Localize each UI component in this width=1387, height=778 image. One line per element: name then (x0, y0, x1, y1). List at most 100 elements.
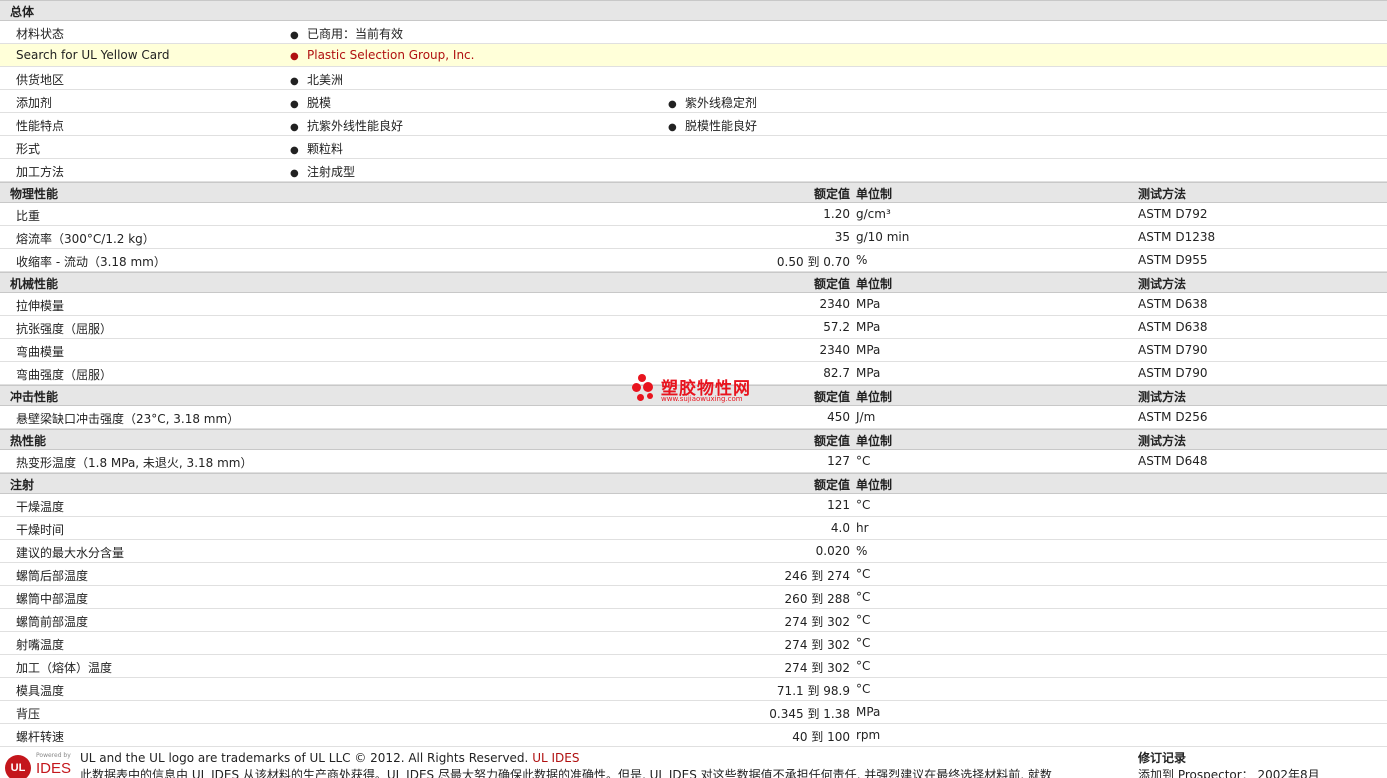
table-row: 螺筒前部温度 274 到 302 °C (0, 609, 1387, 632)
unit: MPa (856, 705, 881, 719)
column-header-unit: 单位制 (856, 478, 893, 492)
table-row: 射嘴温度 274 到 302 °C (0, 632, 1387, 655)
nominal-value: 450 (827, 410, 850, 424)
table-row: 拉伸模量 2340 MPa ASTM D638 (0, 293, 1387, 316)
unit: hr (856, 521, 869, 535)
test-method: ASTM D648 (1138, 454, 1208, 468)
section-title: 热性能 (10, 434, 47, 448)
test-method: ASTM D955 (1138, 253, 1208, 267)
nominal-value: 0.020 (815, 544, 850, 558)
bullet-icon: ● (290, 168, 299, 179)
table-row: 螺筒后部温度 246 到 274 °C (0, 563, 1387, 586)
property-label: 螺筒后部温度 (16, 569, 89, 583)
unit: °C (856, 454, 871, 468)
property-value-text: 抗紫外线性能良好 (307, 119, 404, 133)
nominal-value: 127 (827, 454, 850, 468)
property-label: 加工方法 (16, 165, 65, 179)
bullet-icon: ● (290, 76, 299, 87)
property-value-text: 北美洲 (307, 73, 344, 87)
test-method: ASTM D256 (1138, 410, 1208, 424)
logo-powered-by: Powered by (36, 752, 71, 759)
unit: MPa (856, 297, 881, 311)
table-row: 比重 1.20 g/cm³ ASTM D792 (0, 203, 1387, 226)
table-row: 建议的最大水分含量 0.020% (0, 540, 1387, 563)
nominal-value: 260 到 288 (784, 592, 850, 606)
property-label: 材料状态 (16, 27, 65, 41)
nominal-value: 0.50 到 0.70 (776, 255, 850, 269)
nominal-value: 121 (827, 498, 850, 512)
property-value-text: 紫外线稳定剂 (685, 96, 758, 110)
ul-ides-logo: UL Powered by IDES (5, 752, 75, 778)
property-value: ● 脱模 (290, 94, 331, 111)
nominal-value: 1.20 (823, 207, 850, 221)
table-row: 干燥温度 121 °C (0, 494, 1387, 517)
table-row[interactable]: Search for UL Yellow Card ● Plastic Select… (0, 44, 1387, 67)
property-label: 熔流率（300°C/1.2 kg） (16, 232, 155, 246)
table-row: 弯曲模量 2340 MPa ASTM D790 (0, 339, 1387, 362)
table-row: 背压 0.345 到 1.38 MPa (0, 701, 1387, 724)
property-value-text: 注射成型 (307, 165, 356, 179)
property-label: 射嘴温度 (16, 638, 65, 652)
property-value-2: ● 脱模性能良好 (668, 117, 757, 134)
section-title: 机械性能 (10, 277, 59, 291)
property-label: 建议的最大水分含量 (16, 546, 125, 560)
bullet-icon: ● (668, 122, 677, 133)
table-row: 添加剂 ● 脱模 ● 紫外线稳定剂 (0, 90, 1387, 113)
property-value-text: 已商用：当前有效 (307, 27, 404, 41)
test-method: ASTM D638 (1138, 320, 1208, 334)
bullet-icon: ● (290, 51, 299, 62)
watermark: 塑胶物性网 www.sujiaowuxing.com (632, 374, 772, 408)
property-label: 背压 (16, 707, 41, 721)
table-row: 加工方法 ● 注射成型 (0, 159, 1387, 182)
section-header-thermal: 热性能 额定值 单位制 测试方法 (0, 429, 1387, 450)
bullet-icon: ● (290, 122, 299, 133)
trademark-text: UL and the UL logo are trademarks of UL … (80, 751, 529, 765)
column-header-value: 额定值 (813, 277, 850, 291)
bullet-icon: ● (668, 99, 677, 110)
nominal-value: 57.2 (823, 320, 850, 334)
section-header-physical: 物理性能 额定值 单位制 测试方法 (0, 182, 1387, 203)
property-label: 性能特点 (16, 119, 65, 133)
property-label: 干燥时间 (16, 523, 65, 537)
column-header-unit: 单位制 (856, 390, 893, 404)
property-value[interactable]: ● Plastic Selection Group, Inc. (290, 48, 474, 62)
nominal-value: 2340 (819, 297, 850, 311)
table-row: 材料状态 ● 已商用：当前有效 (0, 21, 1387, 44)
table-row: 供货地区 ● 北美洲 (0, 67, 1387, 90)
property-value: ● 已商用：当前有效 (290, 25, 403, 42)
nominal-value: 2340 (819, 343, 850, 357)
unit: MPa (856, 320, 881, 334)
unit: J/m (856, 410, 876, 424)
property-value: ● 北美洲 (290, 71, 343, 88)
column-header-unit: 单位制 (856, 187, 893, 201)
property-value: ● 抗紫外线性能良好 (290, 117, 403, 134)
property-label: 抗张强度（屈服） (16, 322, 113, 336)
property-value-text: 颗粒料 (307, 142, 344, 156)
property-label: 添加剂 (16, 96, 53, 110)
ul-ides-link[interactable]: UL IDES (532, 751, 579, 765)
ul-logo-icon: UL (5, 755, 31, 778)
section-title: 物理性能 (10, 187, 59, 201)
property-value-text[interactable]: Plastic Selection Group, Inc. (307, 48, 474, 62)
column-header-test: 测试方法 (1138, 187, 1187, 201)
column-header-value: 额定值 (813, 390, 850, 404)
section-title: 冲击性能 (10, 390, 59, 404)
unit: MPa (856, 366, 881, 380)
property-value-text: 脱模 (307, 96, 332, 110)
trademark-line: UL and the UL logo are trademarks of UL … (80, 751, 579, 765)
property-label: 弯曲模量 (16, 345, 65, 359)
nominal-value: 40 到 100 (792, 730, 850, 744)
column-header-value: 额定值 (813, 478, 850, 492)
nominal-value: 0.345 到 1.38 (769, 707, 850, 721)
nominal-value: 246 到 274 (784, 569, 850, 583)
unit: °C (856, 567, 871, 581)
unit: °C (856, 590, 871, 604)
nominal-value: 71.1 到 98.9 (776, 684, 850, 698)
bullet-icon: ● (290, 30, 299, 41)
unit: % (856, 253, 868, 267)
property-label: 螺杆转速 (16, 730, 65, 744)
test-method: ASTM D792 (1138, 207, 1208, 221)
table-row: 干燥时间 4.0 hr (0, 517, 1387, 540)
section-header-mechanical: 机械性能 额定值 单位制 测试方法 (0, 272, 1387, 293)
property-label: Search for UL Yellow Card (16, 48, 170, 62)
